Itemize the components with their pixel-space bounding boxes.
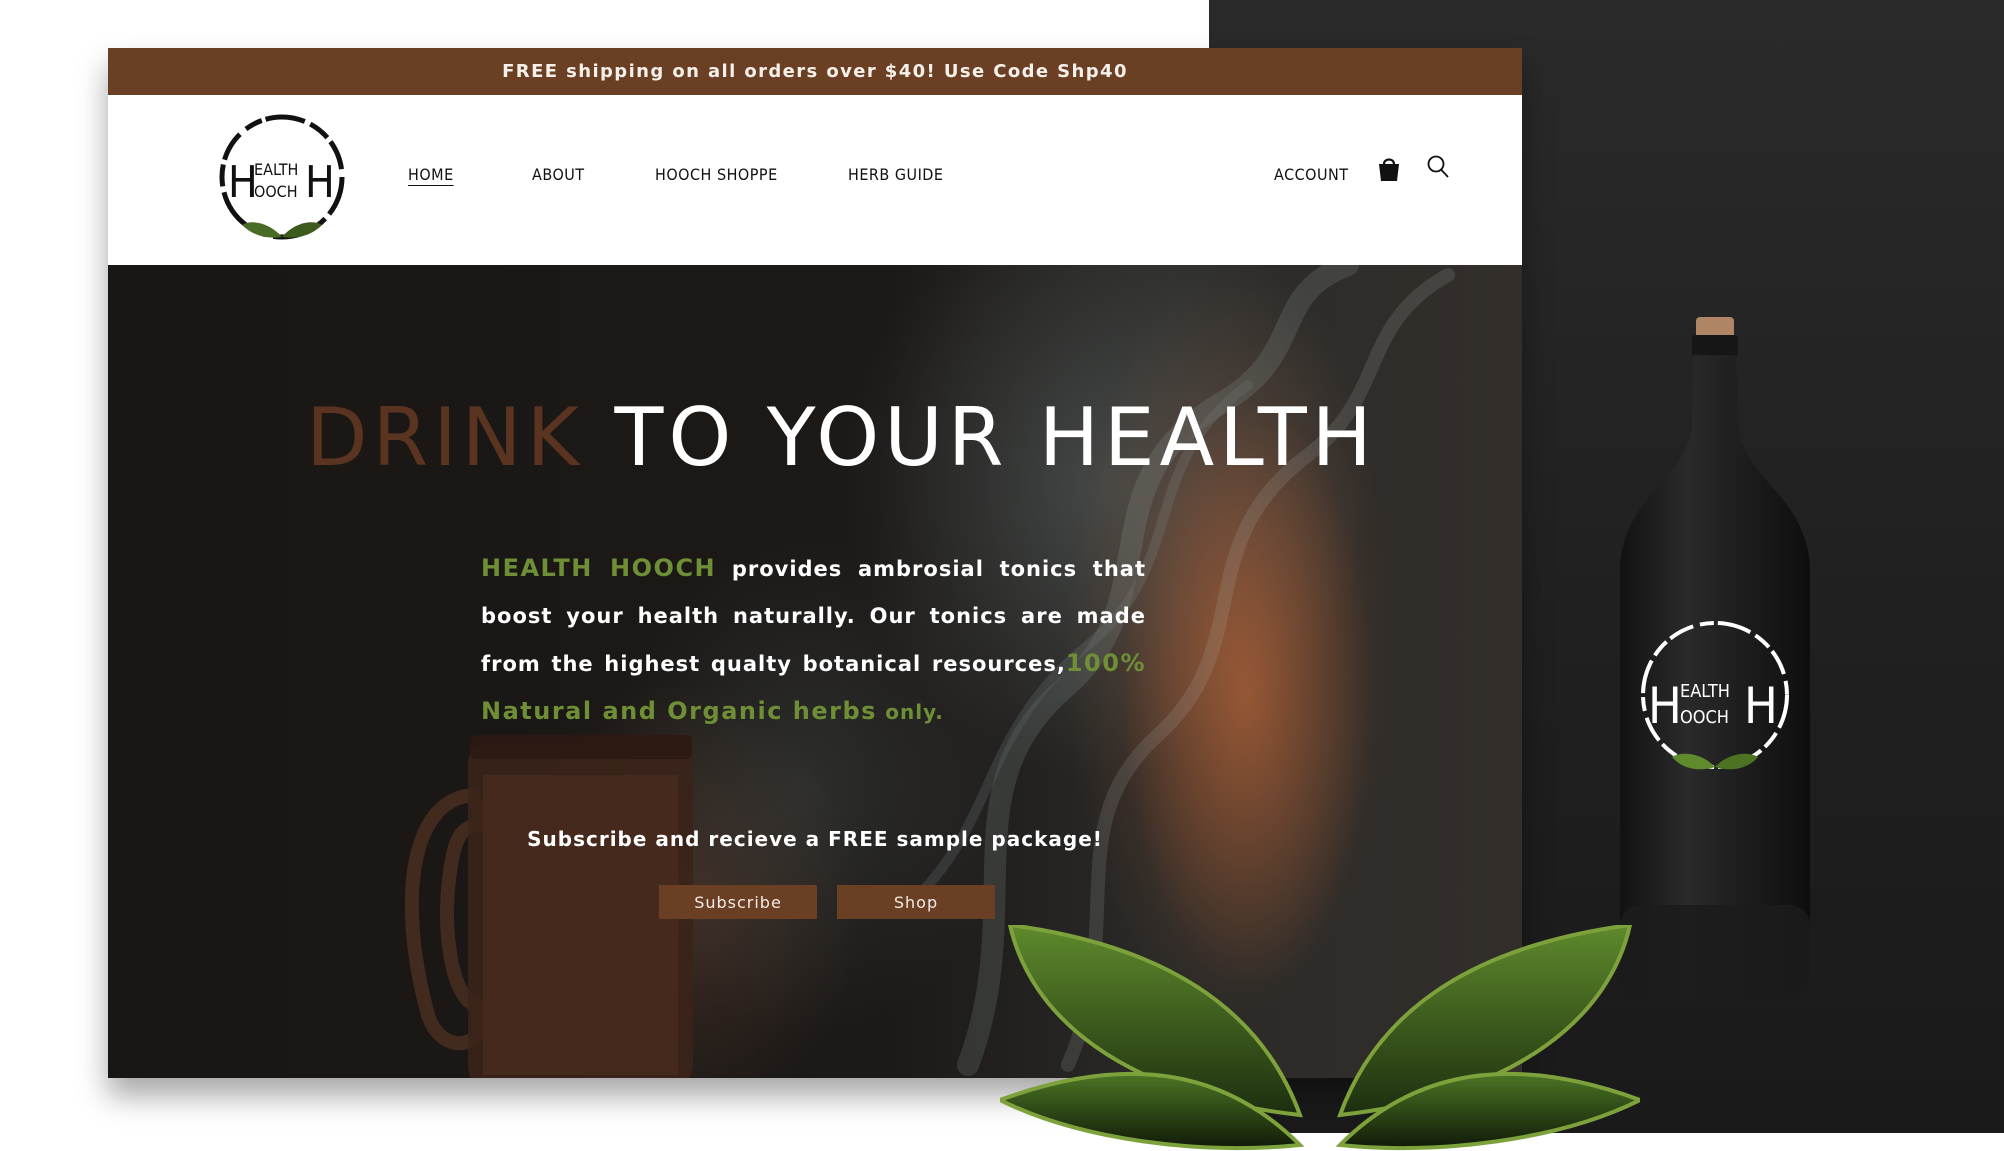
bottle-logo-line1: EALTH <box>1680 681 1730 702</box>
promo-text: FREE shipping on all orders over $40! Us… <box>502 61 1128 82</box>
nav-about[interactable]: ABOUT <box>532 165 585 184</box>
nav-home[interactable]: HOME <box>408 165 454 184</box>
bottle-logo-line2: OOCH <box>1680 707 1729 728</box>
bottle-logo-letter-right: H <box>1744 677 1778 735</box>
hero-headline: DRINK TO YOUR HEALTH <box>306 391 1377 484</box>
leaves-decoration <box>1000 925 1640 1150</box>
health-hooch-logo[interactable]: H EALTH OOCH H <box>212 111 352 251</box>
intro-brand: HEALTH HOOCH <box>481 554 717 582</box>
subscribe-prompt: Subscribe and recieve a FREE sample pack… <box>527 827 1103 851</box>
intro-end: only. <box>885 700 944 724</box>
nav-hooch-shoppe[interactable]: HOOCH SHOPPE <box>655 165 778 184</box>
bottle-logo-letter-left: H <box>1648 677 1682 735</box>
logo-line2: OOCH <box>254 182 298 201</box>
website-mockup: FREE shipping on all orders over $40! Us… <box>108 48 1522 1078</box>
shopping-bag-icon[interactable] <box>1376 155 1402 183</box>
headline-drink: DRINK <box>306 391 585 484</box>
nav-herb-guide[interactable]: HERB GUIDE <box>848 165 943 184</box>
site-header: H EALTH OOCH H HOME ABOUT HOOCH SHOPPE H… <box>108 95 1522 265</box>
logo-line1: EALTH <box>254 160 298 179</box>
promo-banner: FREE shipping on all orders over $40! Us… <box>108 48 1522 95</box>
shop-button[interactable]: Shop <box>837 885 995 919</box>
search-icon[interactable] <box>1426 154 1450 180</box>
subscribe-button[interactable]: Subscribe <box>659 885 817 919</box>
bottle-mockup-image: H EALTH OOCH H <box>1620 317 1810 1000</box>
logo-letter-right: H <box>305 157 335 208</box>
nav-account[interactable]: ACCOUNT <box>1274 165 1349 184</box>
hero-intro: HEALTH HOOCH provides ambrosial tonics t… <box>481 545 1146 736</box>
headline-rest: TO YOUR HEALTH <box>614 391 1377 484</box>
